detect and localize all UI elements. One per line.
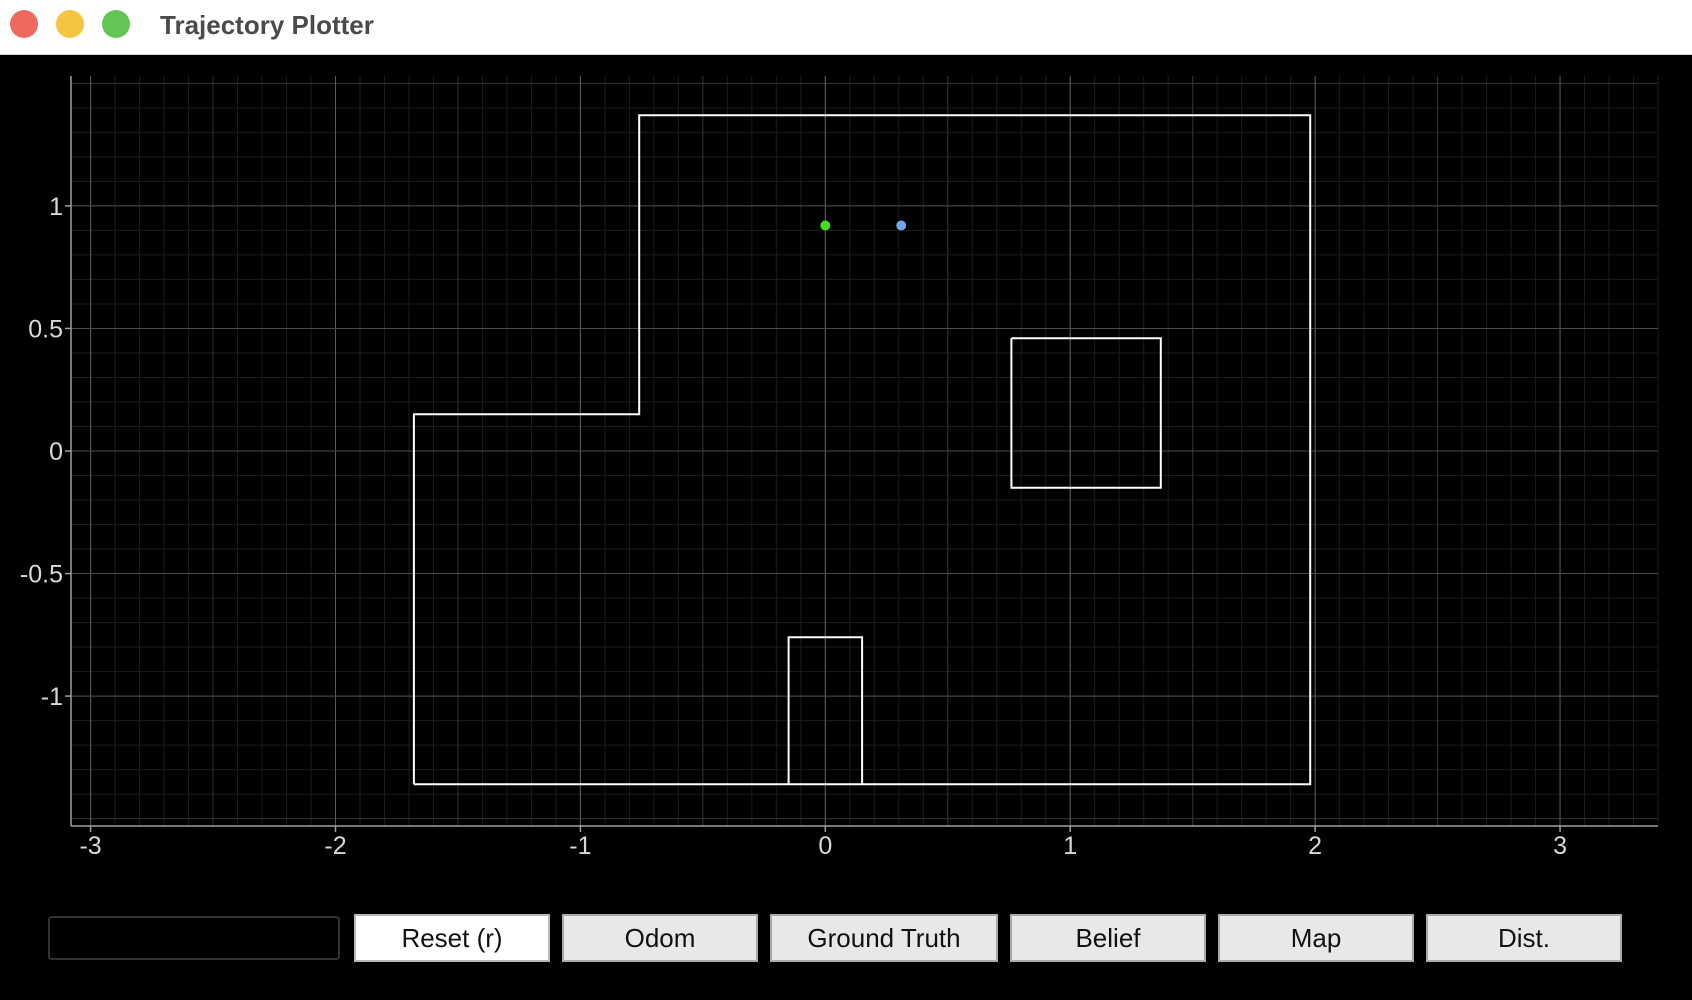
app-window: Trajectory Plotter -3 -2 -1 0 1 2 3 -1 -0.5 0 0.5 1…	[0, 0, 1692, 1000]
minimize-window-button[interactable]	[56, 10, 84, 38]
maximize-window-button[interactable]	[102, 10, 130, 38]
x-tick-label: 0	[818, 832, 832, 860]
dist-button[interactable]: Dist.	[1426, 914, 1622, 962]
command-input[interactable]	[48, 916, 340, 960]
odom-button[interactable]: Odom	[562, 914, 758, 962]
x-tick-label: -2	[324, 832, 346, 860]
x-tick-label: -3	[79, 832, 101, 860]
y-tick-label: -0.5	[20, 561, 63, 589]
x-tick-label: -1	[569, 832, 591, 860]
odom-point	[896, 220, 907, 231]
close-window-button[interactable]	[10, 10, 38, 38]
y-tick-label: -1	[41, 683, 63, 711]
y-tick-label: 1	[49, 193, 63, 221]
ground-truth-button[interactable]: Ground Truth	[770, 914, 998, 962]
x-tick-label: 2	[1308, 832, 1322, 860]
map-button[interactable]: Map	[1218, 914, 1414, 962]
trajectory-plot[interactable]: -3 -2 -1 0 1 2 3 -1 -0.5 0 0.5 1	[0, 56, 1692, 900]
y-tick-label: 0	[49, 438, 63, 466]
title-bar: Trajectory Plotter	[0, 0, 1692, 55]
x-tick-label: 3	[1553, 832, 1567, 860]
window-title: Trajectory Plotter	[160, 10, 374, 40]
belief-button[interactable]: Belief	[1010, 914, 1206, 962]
reset-button[interactable]: Reset (r)	[354, 914, 550, 962]
ground-truth-point	[820, 220, 831, 231]
x-tick-label: 1	[1063, 832, 1077, 860]
control-bar: Reset (r) Odom Ground Truth Belief Map D…	[0, 900, 1692, 1000]
y-tick-label: 0.5	[28, 315, 63, 343]
